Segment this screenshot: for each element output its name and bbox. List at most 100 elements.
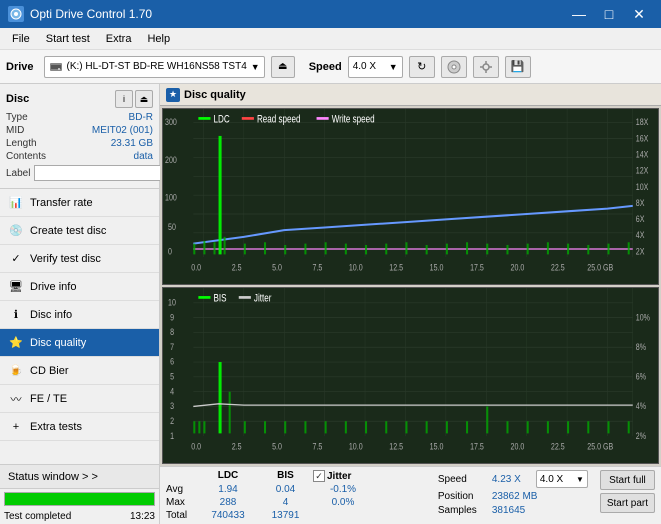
disc-eject-btn[interactable]: ⏏ <box>135 90 153 108</box>
position-value: 23862 MB <box>492 491 538 502</box>
svg-text:10.0: 10.0 <box>349 440 363 451</box>
svg-text:4X: 4X <box>636 229 645 240</box>
start-part-button[interactable]: Start part <box>600 493 655 513</box>
speed-label2: Speed <box>438 474 488 485</box>
svg-text:2.5: 2.5 <box>232 261 242 272</box>
chart-ldc: LDC Read speed Write speed 300 200 100 5… <box>162 108 659 285</box>
svg-text:BIS: BIS <box>214 292 227 304</box>
app-title: Opti Drive Control 1.70 <box>30 7 152 21</box>
disc-label-input[interactable] <box>34 165 172 181</box>
disc-mid-row: MID MEIT02 (001) <box>6 125 153 136</box>
menu-extra[interactable]: Extra <box>98 31 140 47</box>
titlebar-controls: — □ ✕ <box>565 4 653 24</box>
eject-button[interactable]: ⏏ <box>271 56 295 78</box>
samples-row: Samples 381645 <box>438 505 588 516</box>
sidebar-item-disc-quality[interactable]: ⭐ Disc quality <box>0 329 159 357</box>
status-window-button[interactable]: Status window > > <box>0 465 159 489</box>
svg-text:9: 9 <box>170 311 174 322</box>
svg-text:8X: 8X <box>636 197 645 208</box>
position-row: Position 23862 MB <box>438 491 588 502</box>
disc-contents-value: data <box>134 151 153 162</box>
drive-info-icon: 🖥 <box>8 279 24 295</box>
svg-text:8: 8 <box>170 326 174 337</box>
sidebar-item-create-test-disc[interactable]: 💿 Create test disc <box>0 217 159 245</box>
status-text: Test completed <box>4 511 71 522</box>
svg-text:6%: 6% <box>636 370 647 381</box>
disc-icon <box>447 60 461 74</box>
jitter-checkbox-row: ✓ Jitter <box>313 470 351 482</box>
close-button[interactable]: ✕ <box>625 4 653 24</box>
total-row: Total 740433 13791 <box>166 510 430 521</box>
max-label: Max <box>166 497 198 508</box>
svg-text:22.5: 22.5 <box>551 261 565 272</box>
svg-text:Write speed: Write speed <box>332 113 375 125</box>
svg-text:2X: 2X <box>636 245 645 256</box>
jitter-checkbox[interactable]: ✓ <box>313 470 325 482</box>
sidebar-item-drive-info[interactable]: 🖥 Drive info <box>0 273 159 301</box>
menu-file[interactable]: File <box>4 31 38 47</box>
settings-button[interactable] <box>473 56 499 78</box>
sidebar-item-transfer-rate[interactable]: 📊 Transfer rate <box>0 189 159 217</box>
speed-label: Speed <box>309 61 342 73</box>
stats-headers: LDC BIS ✓ Jitter <box>198 470 430 482</box>
svg-text:6X: 6X <box>636 213 645 224</box>
minimize-button[interactable]: — <box>565 4 593 24</box>
create-disc-icon: 💿 <box>8 223 24 239</box>
disc-icons: i ⏏ <box>115 90 153 108</box>
start-full-button[interactable]: Start full <box>600 470 655 490</box>
svg-text:6: 6 <box>170 356 174 367</box>
svg-text:20.0: 20.0 <box>511 440 525 451</box>
menu-start-test[interactable]: Start test <box>38 31 98 47</box>
content-icon: ★ <box>166 88 180 102</box>
svg-text:Jitter: Jitter <box>254 292 272 304</box>
svg-text:7.5: 7.5 <box>313 440 323 451</box>
ldc-header: LDC <box>198 470 258 482</box>
save-button[interactable]: 💾 <box>505 56 531 78</box>
app-icon <box>8 6 24 22</box>
nav-fe-te-label: FE / TE <box>30 393 67 405</box>
disc-contents-key: Contents <box>6 151 46 162</box>
svg-text:5.0: 5.0 <box>272 440 282 451</box>
samples-label: Samples <box>438 505 488 516</box>
ldc-avg: 1.94 <box>198 484 258 495</box>
svg-text:8%: 8% <box>636 341 647 352</box>
sidebar-item-cd-bier[interactable]: 🍺 CD Bier <box>0 357 159 385</box>
speed-value: 4.23 X <box>492 474 532 485</box>
svg-text:7.5: 7.5 <box>313 261 323 272</box>
drive-select[interactable]: (K:) HL-DT-ST BD-RE WH16NS58 TST4 ▼ <box>44 56 265 78</box>
svg-text:4: 4 <box>170 385 174 396</box>
svg-text:4%: 4% <box>636 400 647 411</box>
sidebar-item-disc-info[interactable]: ℹ Disc info <box>0 301 159 329</box>
stats-main: LDC BIS ✓ Jitter Avg 1.94 0.04 -0.1% Max <box>166 470 430 521</box>
menu-help[interactable]: Help <box>139 31 178 47</box>
svg-text:Read speed: Read speed <box>257 113 301 125</box>
disc-button[interactable] <box>441 56 467 78</box>
disc-title: Disc <box>6 93 29 105</box>
svg-text:0.0: 0.0 <box>191 261 201 272</box>
ldc-max: 288 <box>198 497 258 508</box>
speed-value: 4.0 X <box>353 61 376 72</box>
maximize-button[interactable]: □ <box>595 4 623 24</box>
svg-text:2.5: 2.5 <box>232 440 242 451</box>
disc-mid-key: MID <box>6 125 24 136</box>
disc-length-row: Length 23.31 GB <box>6 138 153 149</box>
status-text-row: Test completed 13:23 <box>0 509 159 524</box>
disc-info-btn[interactable]: i <box>115 90 133 108</box>
speed-row: Speed 4.23 X 4.0 X ▼ <box>438 470 588 488</box>
speed-select[interactable]: 4.0 X ▼ <box>348 56 403 78</box>
svg-text:300: 300 <box>165 116 177 127</box>
sidebar-item-fe-te[interactable]: 〰 FE / TE <box>0 385 159 413</box>
svg-text:10.0: 10.0 <box>349 261 363 272</box>
avg-label: Avg <box>166 484 198 495</box>
status-area: Status window > > Test completed 13:23 <box>0 464 159 524</box>
svg-text:15.0: 15.0 <box>430 440 444 451</box>
bis-header: BIS <box>258 470 313 482</box>
stats-right: Speed 4.23 X 4.0 X ▼ Position 23862 MB S… <box>438 470 588 516</box>
progress-bar-fill <box>5 493 154 505</box>
transfer-rate-icon: 📊 <box>8 195 24 211</box>
sidebar-item-verify-test-disc[interactable]: ✓ Verify test disc <box>0 245 159 273</box>
speed-dropdown[interactable]: 4.0 X ▼ <box>536 470 588 488</box>
sidebar-item-extra-tests[interactable]: + Extra tests <box>0 413 159 441</box>
chart-ldc-svg: LDC Read speed Write speed 300 200 100 5… <box>163 109 658 284</box>
refresh-button[interactable]: ↻ <box>409 56 435 78</box>
